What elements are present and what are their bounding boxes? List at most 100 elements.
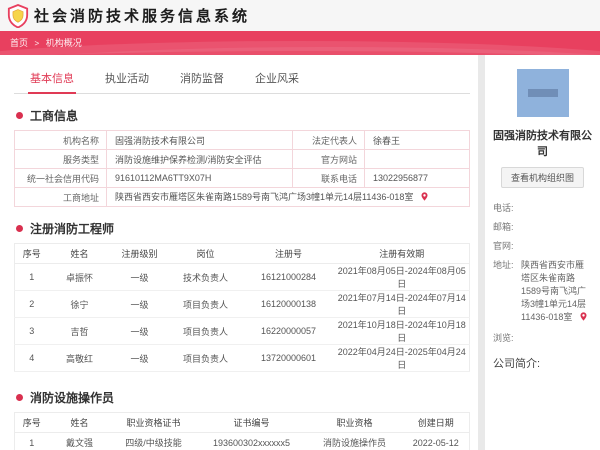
address-label: 地址:: [493, 260, 514, 270]
address-text: 陕西省西安市雁塔区朱雀南路1589号南飞鸿广场3幢1单元14层11436-018…: [521, 260, 587, 322]
cell: 卓振怀: [48, 263, 111, 291]
service-type-value: 消防设施维护保养检测/消防安全评估: [106, 149, 293, 169]
cell: 消防设施操作员: [306, 432, 403, 450]
cell: 四级/中级技能: [110, 432, 197, 450]
cell: 项目负责人: [168, 344, 243, 372]
map-pin-icon[interactable]: [420, 191, 429, 204]
website-label: 官网:: [493, 241, 514, 251]
table-row: 2 徐宁 一级 项目负责人 16120000138 2021年07月14日-20…: [14, 290, 470, 318]
website-value: [364, 149, 470, 169]
breadcrumb: 首页 > 机构概况: [0, 31, 600, 55]
col-header: 职业资格: [306, 412, 403, 433]
app-title: 社会消防技术服务信息系统: [34, 8, 251, 25]
cell: 徐宁: [48, 290, 111, 318]
table-row: 1 戴文强 四级/中级技能 193600302xxxxxx5 消防设施操作员 2…: [14, 432, 470, 450]
table-header-row: 序号 姓名 注册级别 岗位 注册号 注册有效期: [14, 243, 470, 264]
website-label: 官方网站: [292, 149, 365, 169]
cell: 项目负责人: [168, 290, 243, 318]
breadcrumb-home-link[interactable]: 首页: [10, 38, 28, 48]
credit-code-value: 91610112MA6TT9X07H: [106, 168, 293, 188]
cell: 16121000284: [242, 263, 335, 291]
col-header: 序号: [14, 412, 49, 433]
views-label: 浏览:: [493, 333, 514, 343]
sidebar-website-row: 官网:: [493, 240, 592, 253]
sidebar-email-row: 邮箱:: [493, 221, 592, 234]
legal-rep-value: 徐春王: [364, 130, 470, 150]
col-header: 序号: [14, 243, 49, 264]
section-title: 注册消防工程师: [30, 222, 115, 236]
sidebar-views-row: 浏览:: [493, 332, 592, 345]
breadcrumb-separator: >: [34, 39, 40, 48]
address-label: 工商地址: [14, 187, 107, 207]
cell: 16120000138: [242, 290, 335, 318]
cell: 技术负责人: [168, 263, 243, 291]
col-header: 注册级别: [110, 243, 169, 264]
table-header-row: 序号 姓名 职业资格证书 证书编号 职业资格 创建日期: [14, 412, 470, 433]
contact-phone-value: 13022956877: [364, 168, 470, 188]
engineers-table: 序号 姓名 注册级别 岗位 注册号 注册有效期 1 卓振怀 一级 技术负责人 1…: [14, 243, 470, 372]
bullet-dot-icon: [16, 112, 23, 119]
section-facility-operators: 消防设施操作员: [16, 389, 470, 406]
tab-bar: 基本信息 执业活动 消防监督 企业风采: [14, 63, 470, 94]
table-row: 统一社会信用代码 91610112MA6TT9X07H 联系电话 1302295…: [14, 168, 470, 188]
tab-basic-info[interactable]: 基本信息: [28, 63, 76, 94]
company-logo: [516, 69, 569, 117]
company-intro-label: 公司简介:: [493, 358, 541, 370]
cell: 4: [14, 344, 49, 372]
cell: 2021年10月18日-2024年10月18日: [334, 317, 470, 345]
phone-value: [521, 202, 592, 215]
cell: 2: [14, 290, 49, 318]
address-value: 陕西省西安市雁塔区朱雀南路1589号南飞鸿广场3幢1单元14层11436-018…: [115, 192, 414, 202]
col-header: 姓名: [48, 243, 111, 264]
table-row: 机构名称 固强消防技术有限公司 法定代表人 徐春王: [14, 130, 470, 150]
breadcrumb-current: 机构概况: [45, 38, 82, 48]
phone-label: 电话:: [493, 203, 514, 213]
content-gutter: [478, 55, 485, 450]
col-header: 注册有效期: [334, 243, 470, 264]
cell: 16220000057: [242, 317, 335, 345]
cell: 戴文强: [48, 432, 111, 450]
breadcrumb-banner: 首页 > 机构概况: [0, 31, 600, 55]
service-type-label: 服务类型: [14, 149, 107, 169]
sidebar-phone-row: 电话:: [493, 202, 592, 215]
table-row: 4 高敬红 一级 项目负责人 13720000601 2022年04月24日-2…: [14, 344, 470, 372]
app-header: 社会消防技术服务信息系统: [0, 0, 600, 31]
email-value: [521, 221, 592, 234]
cell: 1: [14, 263, 49, 291]
company-sidebar: 固强消防技术有限公司 查看机构组织图 电话: 邮箱: 官网: 地址: 陕西省西安…: [485, 55, 600, 450]
section-fire-engineers: 注册消防工程师: [16, 220, 470, 237]
col-header: 证书编号: [196, 412, 307, 433]
address-cell: 陕西省西安市雁塔区朱雀南路1589号南飞鸿广场3幢1单元14层11436-018…: [106, 187, 470, 207]
cell: 3: [14, 317, 49, 345]
website-value: [521, 240, 592, 253]
credit-code-label: 统一社会信用代码: [14, 168, 107, 188]
tab-practice-activity[interactable]: 执业活动: [103, 63, 151, 93]
section-title: 工商信息: [30, 109, 79, 123]
section-business-info: 工商信息: [16, 107, 470, 124]
view-org-chart-button[interactable]: 查看机构组织图: [500, 167, 584, 188]
sidebar-address-row: 地址: 陕西省西安市雁塔区朱雀南路1589号南飞鸿广场3幢1单元14层11436…: [493, 259, 592, 326]
cell: 2021年07月14日-2024年07月14日: [334, 290, 470, 318]
col-header: 姓名: [48, 412, 111, 433]
org-name-label: 机构名称: [14, 130, 107, 150]
map-pin-icon[interactable]: [579, 311, 588, 326]
email-label: 邮箱:: [493, 222, 514, 232]
legal-rep-label: 法定代表人: [292, 130, 365, 150]
cell: 2022-05-12: [402, 432, 470, 450]
cell: 一级: [110, 317, 169, 345]
cell: 高敬红: [48, 344, 111, 372]
address-value: 陕西省西安市雁塔区朱雀南路1589号南飞鸿广场3幢1单元14层11436-018…: [521, 259, 592, 326]
cell: 吉哲: [48, 317, 111, 345]
tab-fire-supervision[interactable]: 消防监督: [178, 63, 226, 93]
main-content: 基本信息 执业活动 消防监督 企业风采 工商信息 机构名称 固强消防技术有限公司…: [0, 55, 478, 450]
bullet-dot-icon: [16, 394, 23, 401]
views-value: [521, 332, 592, 345]
cell: 1: [14, 432, 49, 450]
col-header: 创建日期: [402, 412, 470, 433]
tab-company-showcase[interactable]: 企业风采: [253, 63, 301, 93]
bullet-dot-icon: [16, 225, 23, 232]
col-header: 岗位: [168, 243, 243, 264]
col-header: 注册号: [242, 243, 335, 264]
cell: 2022年04月24日-2025年04月24日: [334, 344, 470, 372]
cell: 项目负责人: [168, 317, 243, 345]
